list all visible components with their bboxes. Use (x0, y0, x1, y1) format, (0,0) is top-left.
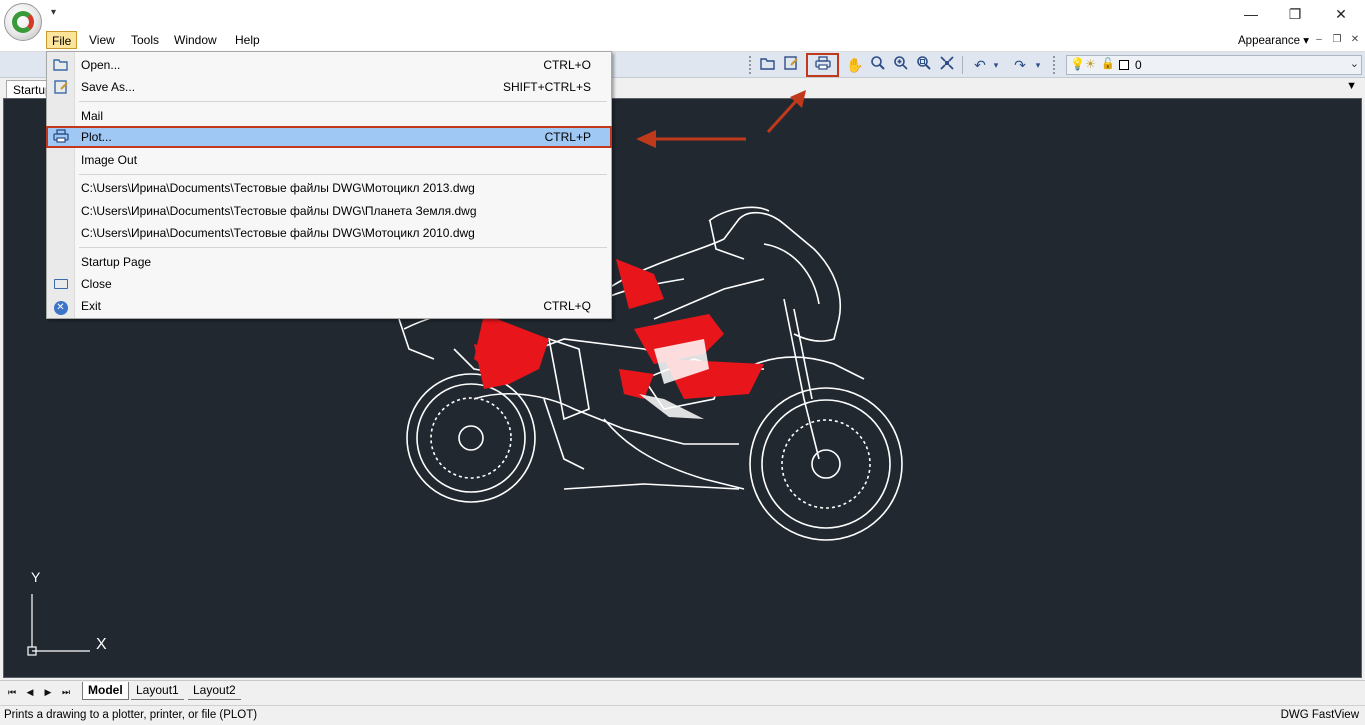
menu-item-label: Image Out (81, 153, 138, 167)
status-bar: Prints a drawing to a plotter, printer, … (0, 705, 1365, 725)
title-bar: ▾ — ❐ ✕ (0, 0, 1365, 28)
redo-icon[interactable]: ↷ (1010, 55, 1030, 75)
maximize-button[interactable]: ❐ (1283, 4, 1307, 24)
layout-tab-bar: ⏮ ◀ ▶ ⏭ Model Layout1 Layout2 (0, 680, 1365, 702)
menu-file[interactable]: File (46, 31, 78, 49)
save-as-icon[interactable] (781, 55, 801, 75)
open-folder-icon (52, 57, 69, 73)
menu-item-label: Exit (81, 299, 102, 313)
menu-item-label: C:\Users\Ирина\Documents\Тестовые файлы … (81, 204, 477, 218)
last-tab-icon[interactable]: ⏭ (60, 685, 72, 699)
menu-window[interactable]: Window (169, 31, 222, 49)
zoom-extents-icon[interactable] (937, 55, 957, 75)
first-tab-icon[interactable]: ⏮ (6, 685, 18, 699)
app-logo-icon[interactable] (4, 3, 42, 41)
menu-view[interactable]: View (84, 31, 120, 49)
close-button[interactable]: ✕ (1329, 4, 1353, 24)
zoom-in-icon[interactable] (891, 55, 911, 75)
doc-minimize-button[interactable]: – (1312, 33, 1326, 47)
toolbar-grip-layer[interactable] (1053, 56, 1057, 74)
menu-separator (79, 247, 607, 248)
lightbulb-icon: 💡 (1070, 57, 1085, 71)
menu-separator (79, 101, 607, 102)
doc-restore-button[interactable]: ❐ (1330, 33, 1344, 47)
menu-item-recent-file-2[interactable]: C:\Users\Ирина\Documents\Тестовые файлы … (47, 200, 611, 222)
ucs-x-label: X (96, 636, 107, 653)
menu-item-label: Close (81, 277, 112, 291)
menu-item-image-out[interactable]: Image Out (47, 149, 611, 171)
menu-item-startup-page[interactable]: Startup Page (47, 251, 611, 273)
menu-shortcut: CTRL+O (543, 58, 591, 72)
printer-icon (52, 129, 69, 145)
status-message: Prints a drawing to a plotter, printer, … (4, 709, 258, 721)
undo-icon[interactable]: ↶ (970, 55, 990, 75)
menu-item-close[interactable]: Close (47, 273, 611, 295)
menu-item-recent-file-3[interactable]: C:\Users\Ирина\Documents\Тестовые файлы … (47, 222, 611, 244)
exit-icon: ✕ (52, 298, 69, 315)
menu-item-recent-file-1[interactable]: C:\Users\Ирина\Documents\Тестовые файлы … (47, 177, 611, 199)
prev-tab-icon[interactable]: ◀ (24, 685, 36, 699)
open-file-icon[interactable] (758, 55, 778, 75)
menu-help[interactable]: Help (230, 31, 265, 49)
tab-layout1[interactable]: Layout1 (131, 682, 184, 700)
layer-color-swatch (1119, 60, 1129, 70)
menu-item-plot[interactable]: Plot... CTRL+P (46, 126, 612, 148)
doc-close-button[interactable]: ✕ (1348, 33, 1362, 47)
menu-item-save-as[interactable]: Save As... SHIFT+CTRL+S (47, 76, 611, 98)
ucs-y-label: Y (31, 569, 41, 585)
tab-list-dropdown-icon[interactable]: ▼ (1346, 80, 1357, 92)
save-as-icon (52, 79, 69, 95)
menu-item-exit[interactable]: ✕ Exit CTRL+Q (47, 295, 611, 317)
menu-item-open[interactable]: Open... CTRL+O (47, 54, 611, 76)
menu-item-label: Plot... (81, 130, 112, 144)
menu-item-label: Startup Page (81, 255, 152, 269)
menu-shortcut: SHIFT+CTRL+S (502, 80, 591, 94)
next-tab-icon[interactable]: ▶ (42, 685, 54, 699)
menu-shortcut: CTRL+P (544, 130, 591, 144)
undo-dropdown-icon[interactable]: ▾ (990, 55, 1002, 75)
status-app-name: DWG FastView (1280, 709, 1359, 721)
lock-icon: 🔓 (1101, 58, 1115, 70)
toolbar-grip[interactable] (749, 56, 753, 74)
layer-combo[interactable]: 💡 ☀ 🔓 0 ⌄ (1066, 55, 1362, 75)
zoom-realtime-icon[interactable] (868, 55, 888, 75)
toolbar-separator (962, 56, 963, 74)
minimize-button[interactable]: — (1239, 4, 1263, 24)
menu-item-label: Open... (81, 58, 121, 72)
pan-hand-icon[interactable]: ✋ (845, 55, 865, 75)
menu-tools[interactable]: Tools (126, 31, 164, 49)
tab-layout2[interactable]: Layout2 (188, 682, 241, 700)
quick-access-dropdown[interactable]: ▾ (51, 8, 61, 20)
menu-shortcut: CTRL+Q (543, 299, 591, 313)
menu-item-label: C:\Users\Ирина\Documents\Тестовые файлы … (81, 181, 475, 195)
appearance-dropdown[interactable]: Appearance ▾ (1238, 33, 1309, 47)
menu-bar: File View Tools Window Help Appearance ▾… (0, 28, 1365, 52)
menu-separator (79, 174, 607, 175)
plot-printer-icon[interactable] (806, 53, 839, 77)
redo-dropdown-icon[interactable]: ▾ (1032, 55, 1044, 75)
menu-item-label: Mail (81, 109, 104, 123)
chevron-down-icon: ⌄ (1349, 58, 1359, 70)
file-menu-dropdown: Open... CTRL+O Save As... SHIFT+CTRL+S M… (46, 51, 612, 319)
sun-icon: ☀ (1085, 57, 1096, 71)
close-folder-icon (52, 276, 69, 292)
layer-name: 0 (1135, 58, 1142, 72)
zoom-window-icon[interactable] (914, 55, 934, 75)
tab-model[interactable]: Model (82, 682, 129, 700)
menu-item-mail[interactable]: Mail (47, 105, 611, 127)
menu-item-label: Save As... (81, 80, 136, 94)
menu-item-label: C:\Users\Ирина\Documents\Тестовые файлы … (81, 226, 475, 240)
